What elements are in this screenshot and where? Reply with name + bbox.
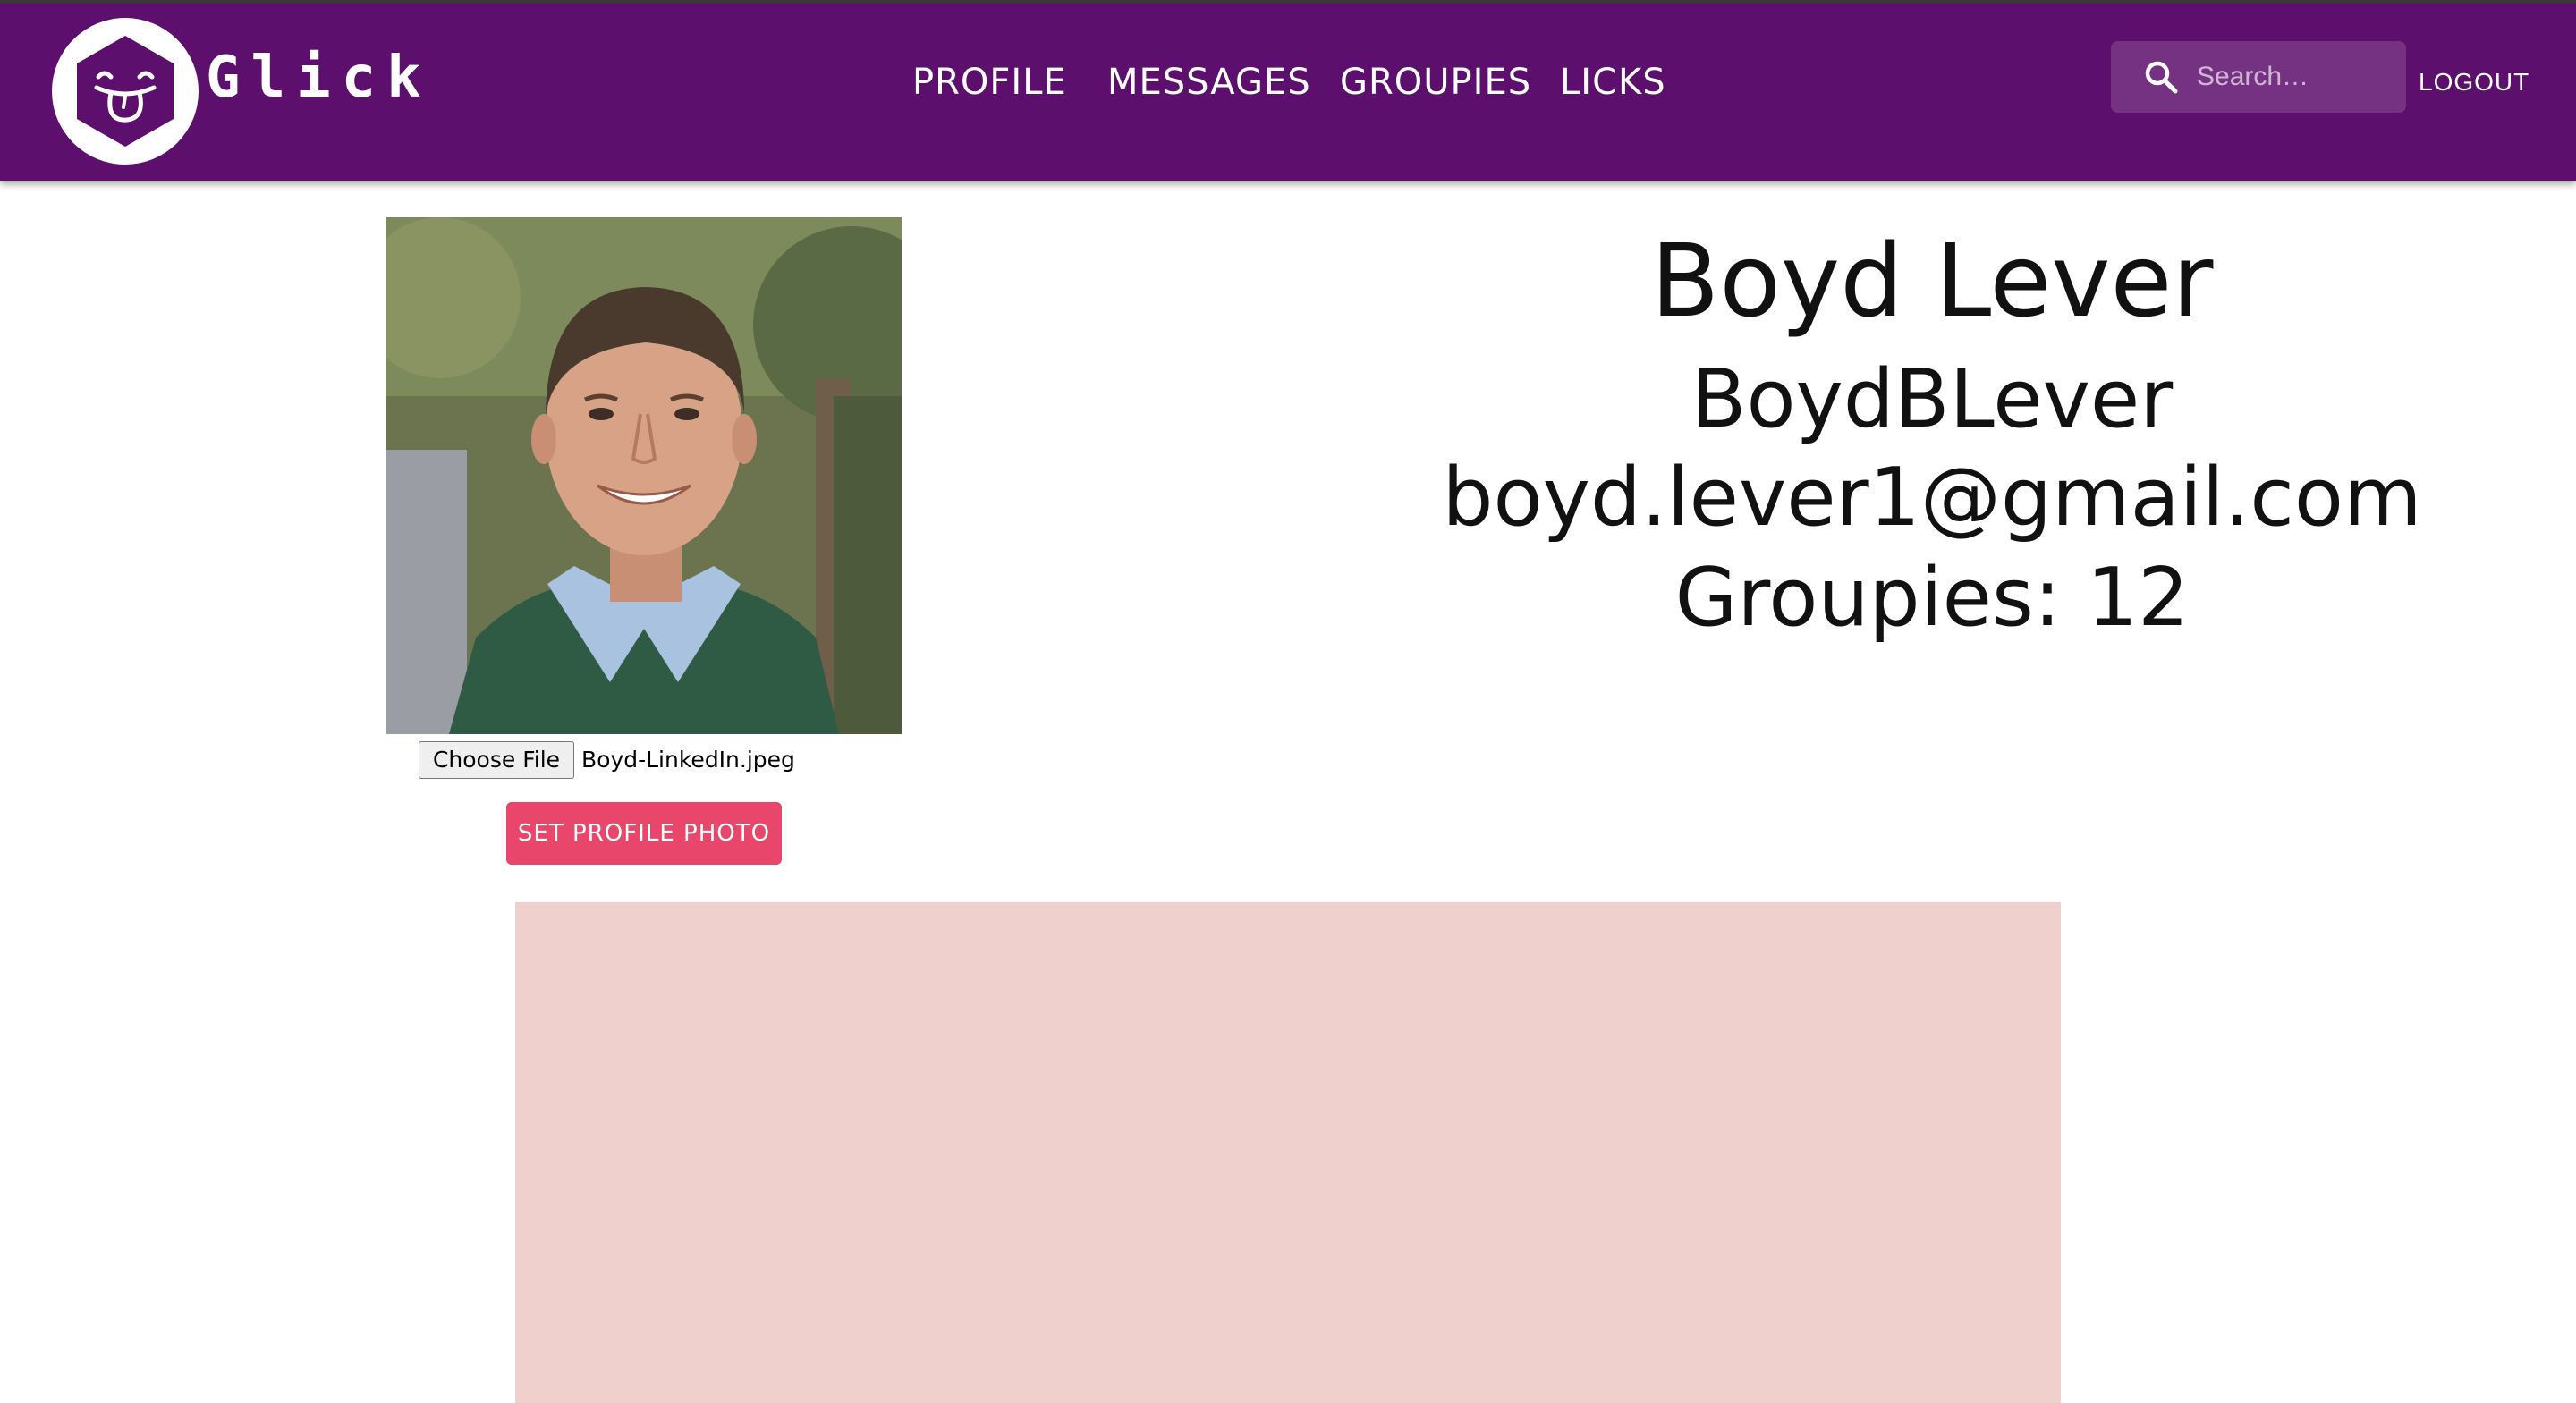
profile-username: BoydBLever (1690, 352, 2174, 446)
search-icon (2145, 61, 2178, 94)
nav-groupies[interactable]: GROUPIES (1340, 46, 1531, 118)
nav-licks[interactable]: LICKS (1560, 46, 1666, 118)
nav-profile[interactable]: PROFILE (912, 46, 1067, 118)
choose-file-button[interactable]: Choose File (419, 741, 574, 779)
search-box[interactable] (2111, 41, 2406, 113)
brand-name[interactable]: Glick (206, 38, 432, 118)
selected-file-name: Boyd-LinkedIn.jpeg (581, 747, 795, 773)
logo[interactable] (52, 18, 199, 165)
navbar: Glick PROFILE MESSAGES GROUPIES LICKS LO… (0, 4, 2576, 181)
profile-groupies-count: Groupies: 12 (1674, 551, 2190, 645)
logout-button[interactable]: LOGOUT (2419, 46, 2529, 118)
nav-messages[interactable]: MESSAGES (1107, 46, 1311, 118)
profile-photo (386, 217, 902, 734)
search-input[interactable] (2197, 41, 2394, 113)
tongue-face-hexagon-icon (77, 36, 174, 147)
content-panel (515, 902, 2061, 1403)
profile-full-name: Boyd Lever (1650, 224, 2214, 340)
profile-email: boyd.lever1@gmail.com (1442, 451, 2422, 545)
set-profile-photo-button[interactable]: SET PROFILE PHOTO (506, 802, 782, 865)
profile-photo-image (386, 217, 902, 734)
